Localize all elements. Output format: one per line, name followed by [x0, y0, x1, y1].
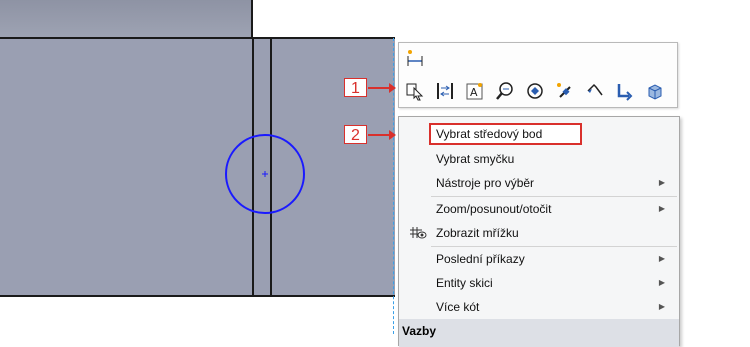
submenu-arrow-icon: ▶ — [658, 254, 665, 263]
callout-1-arrow — [368, 83, 396, 93]
sketch-text-icon[interactable]: A — [465, 81, 485, 101]
callout-1: 1 — [344, 78, 367, 97]
smart-dimension-icon[interactable] — [405, 49, 425, 69]
rotate-view-icon[interactable] — [525, 81, 545, 101]
callout-2: 2 — [344, 125, 367, 144]
menu-item-show-grid[interactable]: Zobrazit mřížku — [399, 221, 679, 245]
context-menu: Vybrat středový bod Vybrat smyčku Nástro… — [398, 116, 680, 347]
menu-item-label: Zobrazit mřížku — [436, 226, 519, 240]
menu-item-label: Entity skici — [436, 276, 493, 290]
menu-item-label: Zoom/posunout/otočit — [436, 202, 552, 216]
menu-item-recent-commands[interactable]: Poslední příkazy ▶ — [399, 247, 679, 271]
menu-item-label: Vybrat středový bod — [436, 127, 543, 141]
menu-item-select-loop[interactable]: Vybrat smyčku — [399, 147, 679, 171]
submenu-arrow-icon: ▶ — [658, 204, 665, 213]
menu-item-more-dimensions[interactable]: Více kót ▶ — [399, 295, 679, 319]
submenu-arrow-icon: ▶ — [658, 178, 665, 187]
menu-item-sketch-entities[interactable]: Entity skici ▶ — [399, 271, 679, 295]
smart-dimension-add-icon[interactable] — [555, 81, 575, 101]
context-toolbar: A — [398, 42, 678, 108]
svg-text:A: A — [470, 86, 478, 99]
sketch-circle[interactable] — [0, 0, 395, 334]
undo-edit-icon[interactable] — [585, 81, 605, 101]
menu-item-label: Nástroje pro výběr — [436, 176, 535, 190]
menu-item-label: Poslední příkazy — [436, 252, 525, 266]
menu-section-header: Vazby — [399, 319, 679, 347]
menu-item-label: Vybrat smyčku — [436, 152, 515, 166]
zoom-to-fit-icon[interactable] — [495, 81, 515, 101]
menu-item-label: Více kót — [436, 300, 480, 314]
sketch-relations-icon[interactable] — [435, 81, 455, 101]
section-view-icon[interactable] — [645, 81, 665, 101]
submenu-arrow-icon: ▶ — [658, 302, 665, 311]
submenu-arrow-icon: ▶ — [658, 278, 665, 287]
previous-view-icon[interactable] — [615, 81, 635, 101]
menu-item-zoom-pan-rotate[interactable]: Zoom/posunout/otočit ▶ — [399, 197, 679, 221]
callout-2-arrow — [368, 130, 396, 140]
menu-section-label: Vazby — [402, 324, 437, 338]
grid-icon — [410, 227, 427, 239]
select-icon[interactable] — [405, 81, 425, 101]
menu-item-selection-tools[interactable]: Nástroje pro výběr ▶ — [399, 171, 679, 195]
menu-item-select-midpoint[interactable]: Vybrat středový bod — [399, 122, 679, 146]
